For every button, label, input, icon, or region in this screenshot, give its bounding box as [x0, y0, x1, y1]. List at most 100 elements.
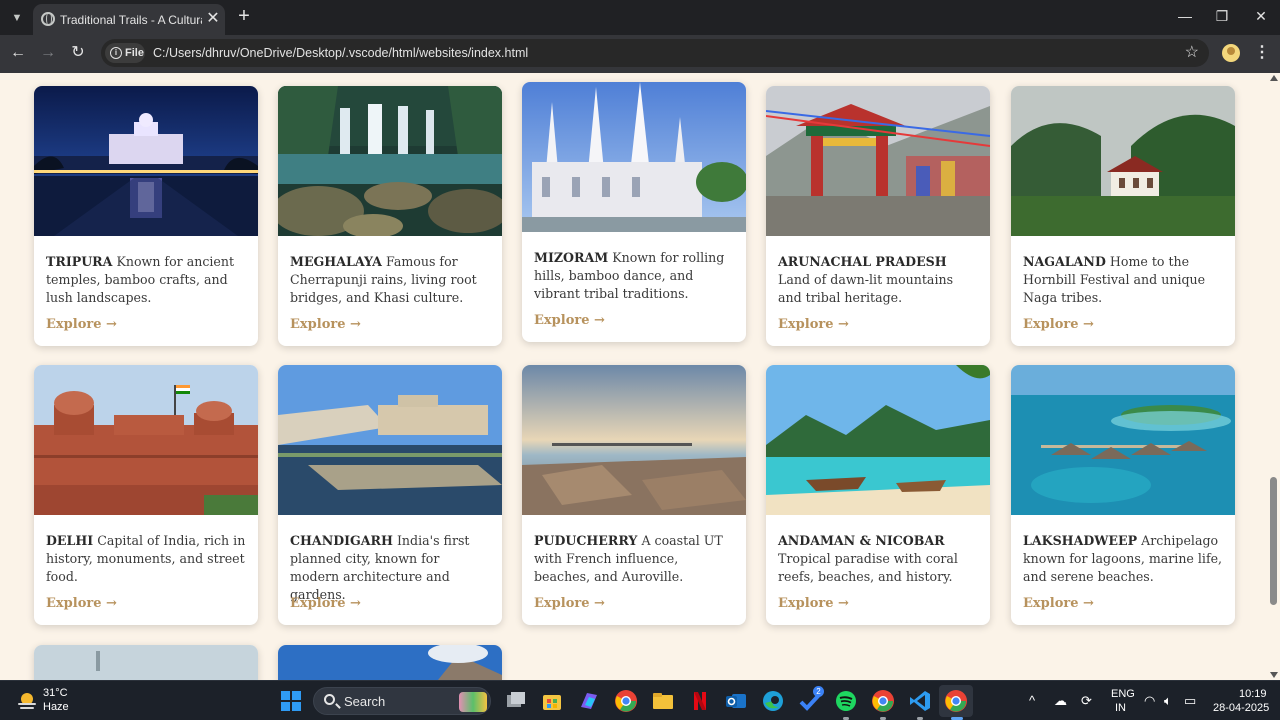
- card-description: ANDAMAN & NICOBAR Tropical paradise with…: [778, 532, 980, 586]
- weather-temperature[interactable]: 31°C: [43, 687, 68, 700]
- explore-link[interactable]: Explore →: [534, 312, 605, 330]
- card-photo: [1011, 365, 1235, 515]
- tab-close-icon[interactable]: ✕: [205, 10, 221, 28]
- profile-avatar[interactable]: [1222, 44, 1240, 62]
- windows-start-icon[interactable]: [281, 691, 301, 711]
- language-region[interactable]: IN: [1115, 702, 1126, 715]
- chrome-icon[interactable]: [614, 689, 638, 713]
- card-photo: [522, 82, 746, 232]
- explore-link[interactable]: Explore →: [534, 595, 605, 613]
- clock-date[interactable]: 28-04-2025: [1213, 702, 1269, 715]
- card-photo: [766, 365, 990, 515]
- destination-card-meghalaya: MEGHALAYA Famous for Cherrapunji rains, …: [278, 86, 502, 346]
- card-title: CHANDIGARH: [290, 533, 393, 548]
- close-window-button[interactable]: ✕: [1246, 4, 1276, 28]
- search-icon: [324, 694, 335, 705]
- destination-card-partial: [278, 645, 502, 680]
- address-bar[interactable]: i File C:/Users/dhruv/OneDrive/Desktop/.…: [101, 39, 1209, 67]
- battery-icon[interactable]: ▭: [1184, 692, 1196, 710]
- scroll-up-icon[interactable]: [1270, 75, 1278, 81]
- taskbar-search-box[interactable]: Search: [313, 687, 491, 715]
- card-description: LAKSHADWEEP Archipelago known for lagoon…: [1023, 532, 1225, 586]
- card-photo: [34, 645, 258, 680]
- active-tab[interactable]: Traditional Trails - A Cultural Jou ✕: [33, 4, 225, 35]
- task-view-icon[interactable]: [504, 689, 528, 713]
- spotify-icon[interactable]: [834, 689, 858, 713]
- sync-icon[interactable]: ⟳: [1081, 692, 1092, 710]
- card-title: ANDAMAN & NICOBAR: [778, 533, 945, 548]
- microsoft-store-icon[interactable]: [540, 689, 564, 713]
- destination-card-puducherry: PUDUCHERRY A coastal UT with French infl…: [522, 365, 746, 625]
- netflix-icon[interactable]: [688, 689, 712, 713]
- search-highlight-icon: [459, 692, 487, 712]
- minimize-button[interactable]: —: [1170, 4, 1200, 28]
- show-hidden-icons-chevron-icon[interactable]: ^: [1029, 692, 1035, 710]
- card-title: MEGHALAYA: [290, 254, 382, 269]
- vscode-icon[interactable]: [908, 689, 932, 713]
- notification-badge: 2: [813, 686, 824, 697]
- language-indicator[interactable]: ENG: [1111, 688, 1135, 701]
- destination-card-lakshadweep: LAKSHADWEEP Archipelago known for lagoon…: [1011, 365, 1235, 625]
- forward-arrow-icon[interactable]: →: [37, 42, 59, 64]
- destination-card-delhi: DELHI Capital of India, rich in history,…: [34, 365, 258, 625]
- bookmark-star-icon[interactable]: ☆: [1185, 43, 1199, 63]
- copilot-icon[interactable]: [577, 689, 601, 713]
- card-photo: [522, 365, 746, 515]
- back-arrow-icon[interactable]: ←: [7, 42, 29, 64]
- explore-link[interactable]: Explore →: [46, 316, 117, 334]
- file-explorer-icon[interactable]: [651, 689, 675, 713]
- card-photo: [766, 86, 990, 236]
- destination-card-tripura: TRIPURA Known for ancient temples, bambo…: [34, 86, 258, 346]
- card-title: DELHI: [46, 533, 94, 548]
- url-text[interactable]: C:/Users/dhruv/OneDrive/Desktop/.vscode/…: [153, 45, 528, 61]
- card-title: ARUNACHAL PRADESH: [778, 254, 947, 269]
- browser-tab-strip: ▼ Traditional Trails - A Cultural Jou ✕ …: [0, 0, 1280, 35]
- explore-link[interactable]: Explore →: [1023, 316, 1094, 334]
- card-photo: [278, 86, 502, 236]
- wifi-icon[interactable]: ◠: [1144, 692, 1155, 710]
- destination-card-mizoram: MIZORAM Known for rolling hills, bamboo …: [522, 82, 746, 342]
- site-info-chip[interactable]: i File: [105, 43, 145, 63]
- chrome-active-icon[interactable]: [944, 689, 968, 713]
- outlook-icon[interactable]: [724, 689, 748, 713]
- edge-icon[interactable]: [761, 689, 785, 713]
- browser-menu-icon[interactable]: ⋮: [1254, 42, 1270, 64]
- explore-link[interactable]: Explore →: [778, 595, 849, 613]
- card-desc-text: Land of dawn-lit mountains and tribal he…: [778, 272, 954, 305]
- explore-link[interactable]: Explore →: [1023, 595, 1094, 613]
- tab-search-chevron-icon[interactable]: ▼: [8, 9, 26, 27]
- weather-description[interactable]: Haze: [43, 701, 69, 714]
- card-title: MIZORAM: [534, 250, 609, 265]
- tab-title: Traditional Trails - A Cultural Jou: [60, 13, 202, 27]
- weather-haze-icon[interactable]: [16, 690, 38, 712]
- card-title: PUDUCHERRY: [534, 533, 638, 548]
- destination-card-partial: [34, 645, 258, 680]
- scrollbar-thumb[interactable]: [1270, 477, 1277, 605]
- card-title: TRIPURA: [46, 254, 113, 269]
- destination-card-nagaland: NAGALAND Home to the Hornbill Festival a…: [1011, 86, 1235, 346]
- destination-card-andaman-nicobar: ANDAMAN & NICOBAR Tropical paradise with…: [766, 365, 990, 625]
- onedrive-cloud-icon[interactable]: ☁: [1054, 692, 1067, 710]
- speaker-icon[interactable]: 🔈︎: [1164, 692, 1172, 710]
- card-title: LAKSHADWEEP: [1023, 533, 1138, 548]
- card-description: MIZORAM Known for rolling hills, bamboo …: [534, 249, 736, 303]
- destination-card-arunachal-pradesh: ARUNACHAL PRADESH Land of dawn-lit mount…: [766, 86, 990, 346]
- page-scrollbar[interactable]: [1267, 73, 1280, 680]
- page-viewport: TRIPURA Known for ancient temples, bambo…: [0, 73, 1280, 680]
- site-info-label: File: [125, 47, 144, 59]
- new-tab-button[interactable]: +: [234, 5, 254, 27]
- card-photo: [34, 365, 258, 515]
- search-label: Search: [344, 694, 386, 709]
- maximize-button[interactable]: ❐: [1207, 4, 1237, 28]
- card-photo: [278, 365, 502, 515]
- clock-time[interactable]: 10:19: [1239, 688, 1267, 701]
- scroll-down-icon[interactable]: [1270, 672, 1278, 678]
- reload-icon[interactable]: ↻: [67, 42, 89, 64]
- explore-link[interactable]: Explore →: [290, 316, 361, 334]
- card-description: MEGHALAYA Famous for Cherrapunji rains, …: [290, 253, 492, 307]
- explore-link[interactable]: Explore →: [46, 595, 117, 613]
- chrome-profile-icon[interactable]: [871, 689, 895, 713]
- explore-link[interactable]: Explore →: [290, 595, 361, 613]
- globe-icon: [41, 12, 55, 26]
- explore-link[interactable]: Explore →: [778, 316, 849, 334]
